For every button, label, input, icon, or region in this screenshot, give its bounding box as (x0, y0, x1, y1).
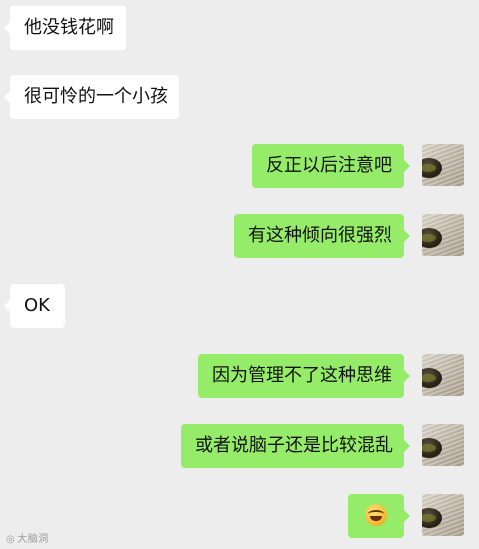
user-avatar[interactable] (422, 494, 464, 536)
user-avatar[interactable] (422, 424, 464, 466)
message-row: 或者说脑子还是比较混乱 (0, 424, 479, 468)
outgoing-message-bubble[interactable]: 有这种倾向很强烈 (234, 214, 410, 258)
user-avatar[interactable] (422, 354, 464, 396)
message-row: 因为管理不了这种思维 (0, 354, 479, 398)
message-text: OK (24, 295, 50, 316)
outgoing-message-bubble[interactable]: 反正以后注意吧 (252, 144, 410, 188)
user-avatar[interactable] (422, 214, 464, 256)
incoming-message-bubble[interactable]: OK (4, 284, 65, 328)
watermark: ◎ 大脑洞 (6, 530, 49, 545)
outgoing-message-bubble[interactable] (348, 494, 410, 538)
message-text: 反正以后注意吧 (266, 155, 392, 176)
watermark-text: 大脑洞 (17, 534, 49, 545)
message-text: 或者说脑子还是比较混乱 (195, 435, 393, 456)
message-text: 很可怜的一个小孩 (24, 86, 168, 107)
message-row: OK (0, 284, 479, 328)
user-avatar[interactable] (422, 144, 464, 186)
message-text: 有这种倾向很强烈 (248, 225, 392, 246)
camera-icon: ◎ (6, 534, 16, 545)
outgoing-message-bubble[interactable]: 或者说脑子还是比较混乱 (181, 424, 410, 468)
message-row: 反正以后注意吧 (0, 144, 479, 188)
laughing-crying-emoji-icon (365, 503, 387, 526)
message-text: 他没钱花啊 (24, 17, 114, 38)
message-row: 很可怜的一个小孩 (0, 75, 479, 119)
message-text: 因为管理不了这种思维 (212, 365, 392, 386)
message-row (0, 494, 479, 538)
incoming-message-bubble[interactable]: 他没钱花啊 (4, 6, 126, 50)
outgoing-message-bubble[interactable]: 因为管理不了这种思维 (198, 354, 410, 398)
message-row: 有这种倾向很强烈 (0, 214, 479, 258)
incoming-message-bubble[interactable]: 很可怜的一个小孩 (4, 75, 179, 119)
message-row: 他没钱花啊 (0, 6, 479, 50)
